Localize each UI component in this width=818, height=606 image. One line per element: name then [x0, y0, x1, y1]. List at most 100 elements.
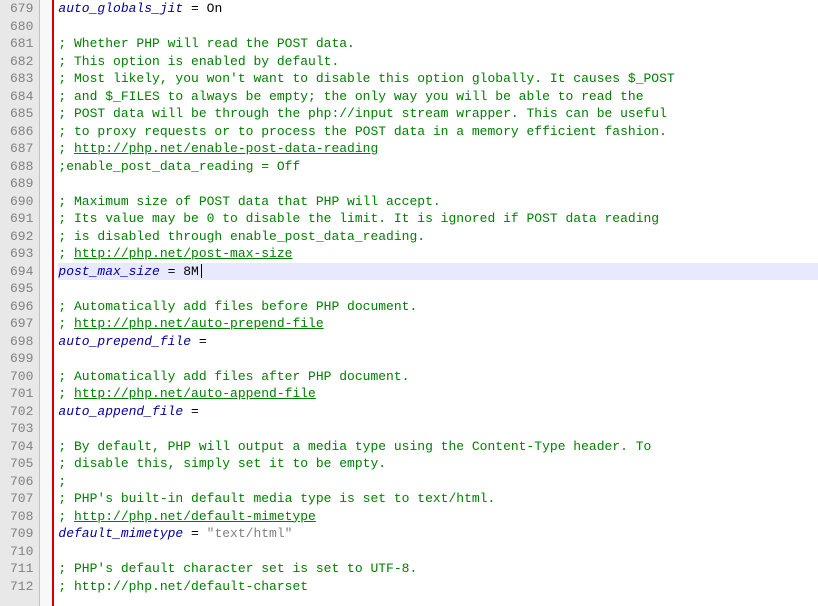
- line-number: 703: [10, 420, 33, 438]
- comment-link[interactable]: http://php.net/auto-prepend-file: [74, 316, 324, 331]
- line-number: 705: [10, 455, 33, 473]
- margin-cell: [40, 0, 52, 18]
- margin-cell: [40, 455, 52, 473]
- line-number: 697: [10, 315, 33, 333]
- margin-cell: [40, 123, 52, 141]
- margin-cell: [40, 368, 52, 386]
- margin-cell: [40, 560, 52, 578]
- margin-cell: [40, 35, 52, 53]
- line-number: 698: [10, 333, 33, 351]
- code-line[interactable]: [58, 175, 818, 193]
- code-line[interactable]: ;: [58, 473, 818, 491]
- equals-op: =: [191, 334, 214, 349]
- code-line[interactable]: ; Maximum size of POST data that PHP wil…: [58, 193, 818, 211]
- line-number: 693: [10, 245, 33, 263]
- line-number: 708: [10, 508, 33, 526]
- code-line[interactable]: ; http://php.net/auto-append-file: [58, 385, 818, 403]
- code-line[interactable]: [58, 280, 818, 298]
- comment-text: ; to proxy requests or to process the PO…: [58, 124, 667, 139]
- line-number: 679: [10, 0, 33, 18]
- code-line[interactable]: ; Automatically add files before PHP doc…: [58, 298, 818, 316]
- line-number: 686: [10, 123, 33, 141]
- margin-cell: [40, 350, 52, 368]
- code-line[interactable]: ; PHP's default character set is set to …: [58, 560, 818, 578]
- code-area[interactable]: auto_globals_jit = On ; Whether PHP will…: [54, 0, 818, 606]
- comment-link[interactable]: http://php.net/default-mimetype: [74, 509, 316, 524]
- code-line[interactable]: ; http://php.net/enable-post-data-readin…: [58, 140, 818, 158]
- code-line[interactable]: ; http://php.net/default-mimetype: [58, 508, 818, 526]
- code-line[interactable]: auto_globals_jit = On: [58, 0, 818, 18]
- code-line[interactable]: ; POST data will be through the php://in…: [58, 105, 818, 123]
- line-number: 683: [10, 70, 33, 88]
- comment-prefix: ;: [58, 316, 74, 331]
- text-caret: [201, 264, 202, 278]
- margin-cell: [40, 403, 52, 421]
- comment-link[interactable]: http://php.net/post-max-size: [74, 246, 292, 261]
- margin-cell: [40, 193, 52, 211]
- code-line[interactable]: ; PHP's built-in default media type is s…: [58, 490, 818, 508]
- code-line[interactable]: ; Its value may be 0 to disable the limi…: [58, 210, 818, 228]
- margin-cell: [40, 473, 52, 491]
- ini-value: "text/html": [207, 526, 293, 541]
- margin-cell: [40, 525, 52, 543]
- code-line[interactable]: [58, 420, 818, 438]
- comment-text: ; Maximum size of POST data that PHP wil…: [58, 194, 440, 209]
- ini-value: 8M: [183, 264, 199, 279]
- margin-cell: [40, 18, 52, 36]
- code-line[interactable]: ; Most likely, you won't want to disable…: [58, 70, 818, 88]
- code-line[interactable]: ; disable this, simply set it to be empt…: [58, 455, 818, 473]
- comment-text: ; and $_FILES to always be empty; the on…: [58, 89, 643, 104]
- line-number: 692: [10, 228, 33, 246]
- code-line[interactable]: ; Whether PHP will read the POST data.: [58, 35, 818, 53]
- code-line[interactable]: ; http://php.net/post-max-size: [58, 245, 818, 263]
- code-line[interactable]: auto_append_file =: [58, 403, 818, 421]
- margin-cell: [40, 508, 52, 526]
- code-line[interactable]: ; to proxy requests or to process the PO…: [58, 123, 818, 141]
- line-number: 709: [10, 525, 33, 543]
- margin-cell: [40, 490, 52, 508]
- code-line[interactable]: ; http://php.net/auto-prepend-file: [58, 315, 818, 333]
- comment-prefix: ;: [58, 386, 74, 401]
- code-line[interactable]: ; This option is enabled by default.: [58, 53, 818, 71]
- margin-cell: [40, 543, 52, 561]
- comment-text: ; Automatically add files before PHP doc…: [58, 299, 417, 314]
- code-line[interactable]: ; and $_FILES to always be empty; the on…: [58, 88, 818, 106]
- code-line[interactable]: ; is disabled through enable_post_data_r…: [58, 228, 818, 246]
- comment-text: ; Most likely, you won't want to disable…: [58, 71, 674, 86]
- code-line[interactable]: ; Automatically add files after PHP docu…: [58, 368, 818, 386]
- code-line[interactable]: default_mimetype = "text/html": [58, 525, 818, 543]
- ini-key: auto_append_file: [58, 404, 183, 419]
- margin-cell: [40, 578, 52, 596]
- code-line[interactable]: [58, 18, 818, 36]
- line-number: 691: [10, 210, 33, 228]
- comment-text: ; PHP's built-in default media type is s…: [58, 491, 495, 506]
- code-line[interactable]: auto_prepend_file =: [58, 333, 818, 351]
- code-line[interactable]: [58, 543, 818, 561]
- line-number: 710: [10, 543, 33, 561]
- code-line[interactable]: post_max_size = 8M: [58, 263, 818, 281]
- margin-cell: [40, 263, 52, 281]
- line-number: 701: [10, 385, 33, 403]
- line-number: 688: [10, 158, 33, 176]
- comment-text: ; This option is enabled by default.: [58, 54, 339, 69]
- line-number: 695: [10, 280, 33, 298]
- comment-text: ; Its value may be 0 to disable the limi…: [58, 211, 659, 226]
- comment-link[interactable]: http://php.net/auto-append-file: [74, 386, 316, 401]
- code-line[interactable]: ;enable_post_data_reading = Off: [58, 158, 818, 176]
- comment-text: ;: [58, 474, 66, 489]
- line-number: 702: [10, 403, 33, 421]
- line-number: 684: [10, 88, 33, 106]
- line-number: 685: [10, 105, 33, 123]
- margin-cell: [40, 315, 52, 333]
- code-line[interactable]: [58, 350, 818, 368]
- margin-cell: [40, 105, 52, 123]
- ini-key: auto_prepend_file: [58, 334, 191, 349]
- margin-cell: [40, 298, 52, 316]
- comment-link[interactable]: http://php.net/enable-post-data-reading: [74, 141, 378, 156]
- code-line[interactable]: ; http://php.net/default-charset: [58, 578, 818, 596]
- code-editor[interactable]: 6796806816826836846856866876886896906916…: [0, 0, 818, 606]
- equals-op: =: [183, 1, 206, 16]
- comment-text: ; Automatically add files after PHP docu…: [58, 369, 409, 384]
- line-number: 682: [10, 53, 33, 71]
- code-line[interactable]: ; By default, PHP will output a media ty…: [58, 438, 818, 456]
